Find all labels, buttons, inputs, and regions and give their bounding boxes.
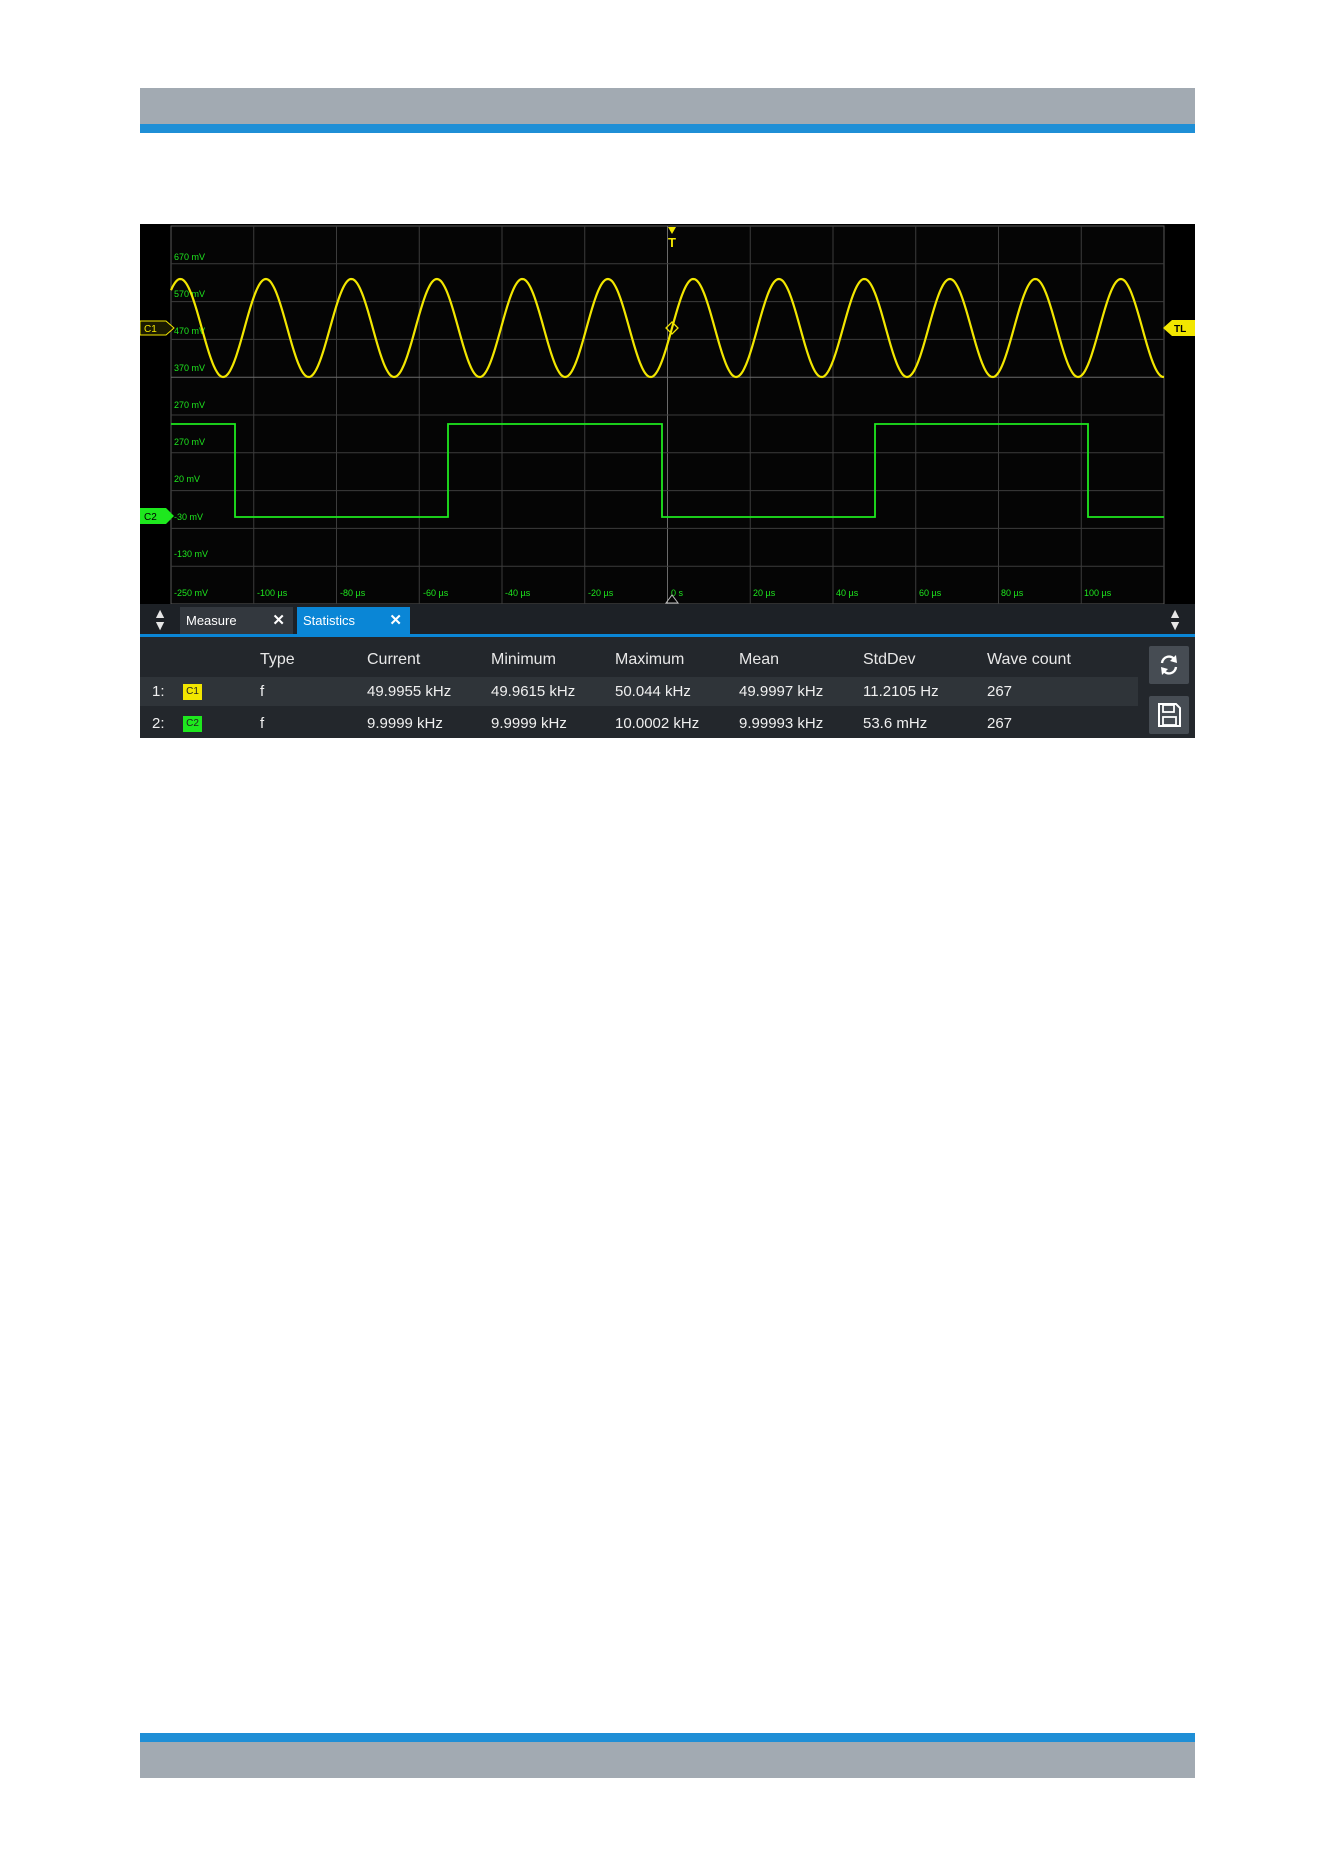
source-badge: C1 xyxy=(183,684,202,700)
floppy-disk-icon xyxy=(1158,703,1181,727)
tab-measure[interactable]: Measure ✕ xyxy=(180,607,293,634)
table-row[interactable]: 2: C2 f 9.9999 kHz 9.9999 kHz 10.0002 kH… xyxy=(140,709,1138,738)
reset-statistics-button[interactable] xyxy=(1149,646,1189,684)
column-header-current: Current xyxy=(367,651,421,668)
cell-type: f xyxy=(260,683,265,700)
trigger-level-label: TL xyxy=(1174,324,1186,335)
cell-stddev: 11.2105 Hz xyxy=(863,683,939,700)
column-header-maximum: Maximum xyxy=(615,651,685,668)
table-row[interactable]: 1: C1 f 49.9955 kHz 49.9615 kHz 50.044 k… xyxy=(140,677,1138,706)
x-label: -60 µs xyxy=(423,588,449,598)
y-label: 370 mV xyxy=(174,363,205,373)
x-label: 20 µs xyxy=(753,588,776,598)
trigger-label: T xyxy=(668,235,676,250)
column-header-mean: Mean xyxy=(739,651,780,668)
panel-toolbar: ▲ ▼ Measure ✕ Statistics ✕ ▲ ▼ xyxy=(140,604,1195,634)
x-label: 100 µs xyxy=(1084,588,1112,598)
waveform-diagram[interactable]: 670 mV 570 mV 470 mV 370 mV 270 mV 270 m… xyxy=(140,224,1195,604)
x-label: 40 µs xyxy=(836,588,859,598)
cell-current: 49.9955 kHz xyxy=(367,683,452,700)
c2-marker-label: C2 xyxy=(144,512,157,523)
cell-mean: 49.9997 kHz xyxy=(739,683,824,700)
column-header-type: Type xyxy=(260,651,295,668)
column-header-stddev: StdDev xyxy=(863,651,916,668)
document-footer-bar xyxy=(140,1742,1195,1778)
cell-mean: 9.99993 kHz xyxy=(739,715,824,732)
tab-label: Measure xyxy=(186,613,237,628)
cell-minimum: 9.9999 kHz xyxy=(491,715,567,732)
up-down-arrows-icon[interactable]: ▲ ▼ xyxy=(146,606,174,632)
cell-wave-count: 267 xyxy=(987,715,1013,732)
column-header-wave-count: Wave count xyxy=(987,651,1071,668)
y-label: -250 mV xyxy=(174,588,208,598)
row-index: 2: xyxy=(152,715,165,732)
tab-statistics[interactable]: Statistics ✕ xyxy=(297,607,410,634)
y-label: 670 mV xyxy=(174,252,205,262)
y-label: -30 mV xyxy=(174,512,203,522)
cell-type: f xyxy=(260,715,265,732)
cell-minimum: 49.9615 kHz xyxy=(491,683,576,700)
statistics-panel: Type Current Minimum Maximum Mean StdDev… xyxy=(140,637,1195,738)
x-label: -80 µs xyxy=(340,588,366,598)
close-icon[interactable]: ✕ xyxy=(272,607,285,634)
x-label: -40 µs xyxy=(505,588,531,598)
cell-stddev: 53.6 mHz xyxy=(863,715,928,732)
y-label: 270 mV xyxy=(174,437,205,447)
x-label: 80 µs xyxy=(1001,588,1024,598)
row-index: 1: xyxy=(152,683,165,700)
x-label: -20 µs xyxy=(588,588,614,598)
document-header-bar xyxy=(140,88,1195,124)
c1-marker-label: C1 xyxy=(144,324,157,335)
save-statistics-button[interactable] xyxy=(1149,696,1189,734)
up-down-arrows-icon[interactable]: ▲ ▼ xyxy=(1161,606,1189,632)
y-label: 270 mV xyxy=(174,400,205,410)
cell-wave-count: 267 xyxy=(987,683,1013,700)
cell-current: 9.9999 kHz xyxy=(367,715,443,732)
close-icon[interactable]: ✕ xyxy=(389,607,402,634)
oscilloscope-screen: 670 mV 570 mV 470 mV 370 mV 270 mV 270 m… xyxy=(140,224,1195,738)
y-label: -130 mV xyxy=(174,549,208,559)
document-footer-line xyxy=(140,1733,1195,1742)
cell-maximum: 10.0002 kHz xyxy=(615,715,700,732)
document-header-line xyxy=(140,124,1195,133)
cell-maximum: 50.044 kHz xyxy=(615,683,691,700)
c1-channel-marker[interactable]: C1 xyxy=(140,320,175,336)
source-badge: C2 xyxy=(183,716,202,732)
column-header-minimum: Minimum xyxy=(491,651,556,668)
y-label: 20 mV xyxy=(174,474,200,484)
tab-label: Statistics xyxy=(303,613,356,628)
y-label: 470 mV xyxy=(174,326,205,336)
x-label: -100 µs xyxy=(257,588,288,598)
refresh-icon xyxy=(1160,655,1178,675)
x-label: 60 µs xyxy=(919,588,942,598)
